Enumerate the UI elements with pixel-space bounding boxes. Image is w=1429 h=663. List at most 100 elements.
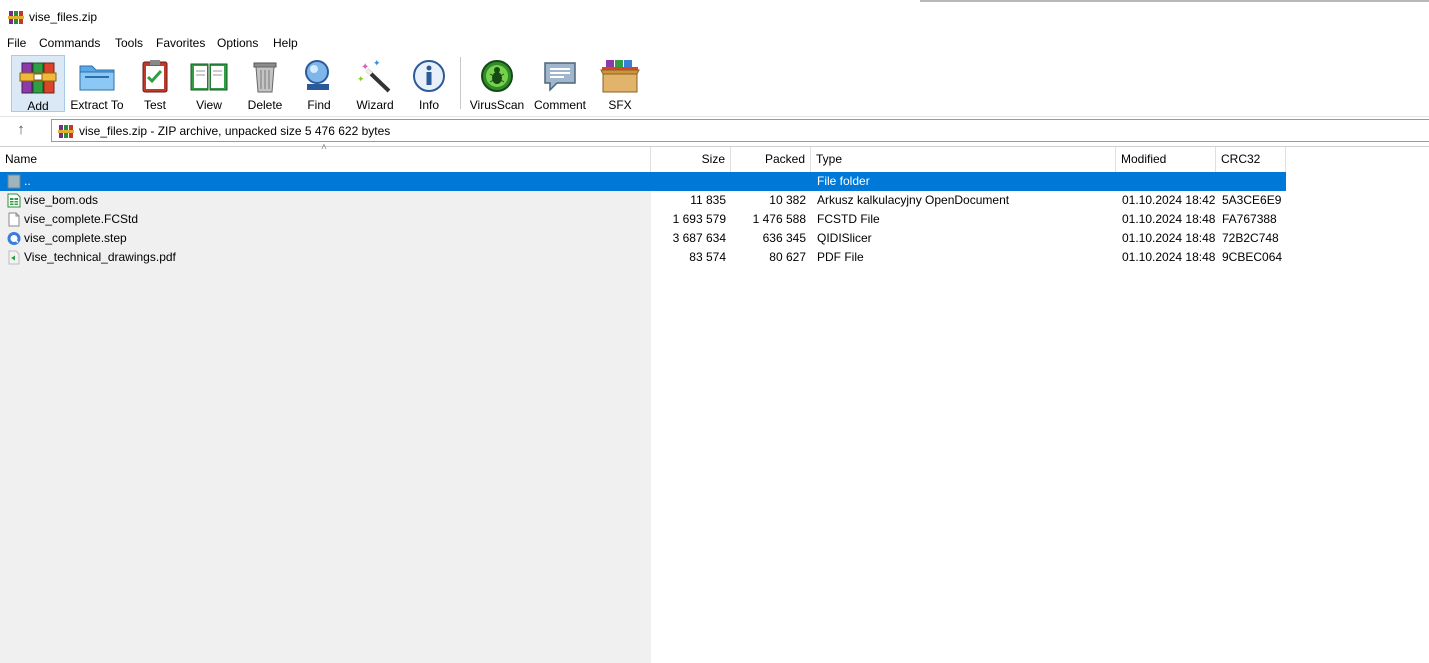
virus-bug-icon bbox=[481, 60, 513, 92]
window-title: vise_files.zip bbox=[29, 10, 98, 24]
sfx-box-icon bbox=[600, 60, 640, 93]
info-button[interactable]: Info bbox=[405, 55, 453, 112]
svg-text:✦: ✦ bbox=[373, 58, 381, 68]
file-packed bbox=[731, 172, 806, 191]
file-modified: 01.10.2024 18:48 bbox=[1122, 212, 1216, 226]
test-button[interactable]: Test bbox=[130, 55, 180, 112]
file-modified: 01.10.2024 18:48 bbox=[1122, 250, 1216, 264]
file-type: Arkusz kalkulacyjny OpenDocument bbox=[817, 193, 1010, 207]
table-row[interactable]: vise_complete.FCStd 1 693 579 1 476 588 … bbox=[0, 210, 1286, 229]
title-bar: vise_files.zip bbox=[0, 0, 1429, 33]
find-label: Find bbox=[307, 98, 331, 112]
extract-to-label: Extract To bbox=[70, 98, 124, 112]
file-size: 1 693 579 bbox=[672, 212, 726, 226]
add-archive-icon bbox=[19, 62, 57, 94]
header-size[interactable]: Size bbox=[651, 147, 731, 172]
comment-button[interactable]: Comment bbox=[530, 55, 590, 112]
table-row[interactable]: Vise_technical_drawings.pdf 83 574 80 62… bbox=[0, 248, 1286, 267]
file-size bbox=[651, 172, 726, 191]
extract-to-button[interactable]: Extract To bbox=[68, 55, 126, 112]
sort-ascending-icon: ˄ bbox=[321, 142, 327, 153]
clipboard-check-icon bbox=[142, 60, 168, 93]
wizard-button[interactable]: ✦ ✦ ✦ Wizard bbox=[350, 55, 400, 112]
file-size: 11 835 bbox=[690, 193, 726, 207]
svg-text:✦: ✦ bbox=[361, 62, 369, 73]
header-name-label: Name bbox=[5, 152, 38, 166]
magnifier-icon bbox=[305, 60, 329, 90]
path-field[interactable]: vise_files.zip - ZIP archive, unpacked s… bbox=[51, 119, 1429, 142]
folder-icon bbox=[79, 65, 115, 91]
svg-text:✦: ✦ bbox=[357, 74, 365, 84]
header-modified-label: Modified bbox=[1121, 152, 1167, 166]
menu-commands[interactable]: Commands bbox=[39, 36, 100, 50]
file-modified: 01.10.2024 18:48 bbox=[1122, 231, 1216, 245]
wizard-label: Wizard bbox=[356, 98, 394, 112]
add-button[interactable]: Add bbox=[11, 55, 65, 113]
winrar-books-icon bbox=[8, 11, 24, 24]
menu-help[interactable]: Help bbox=[273, 36, 298, 50]
file-crc32: FA767388 bbox=[1222, 212, 1277, 226]
virusscan-button[interactable]: VirusScan bbox=[467, 55, 527, 112]
column-headers: Name ˄ Size Packed Type Modified CRC32 bbox=[0, 142, 1286, 172]
magic-wand-icon: ✦ ✦ ✦ bbox=[357, 58, 391, 93]
menu-file[interactable]: File bbox=[7, 36, 26, 50]
archive-path-text: vise_files.zip - ZIP archive, unpacked s… bbox=[79, 124, 391, 138]
toolbar: Add Extract To Test View Delete Find ✦ ✦… bbox=[0, 52, 1429, 116]
file-packed: 1 476 588 bbox=[752, 212, 806, 226]
info-icon bbox=[413, 60, 445, 92]
delete-button[interactable]: Delete bbox=[240, 55, 290, 112]
delete-label: Delete bbox=[247, 98, 283, 112]
header-type-label: Type bbox=[816, 152, 843, 166]
speech-bubble-icon bbox=[544, 62, 576, 92]
test-label: Test bbox=[143, 98, 166, 112]
file-modified bbox=[1122, 172, 1216, 191]
menu-bar: File Commands Tools Favorites Options He… bbox=[0, 33, 1429, 52]
spreadsheet-icon bbox=[7, 193, 21, 208]
header-packed-label: Packed bbox=[764, 152, 805, 166]
trash-bin-icon bbox=[253, 62, 277, 93]
file-size: 3 687 634 bbox=[672, 231, 726, 245]
table-row[interactable]: vise_bom.ods 11 835 10 382 Arkusz kalkul… bbox=[0, 191, 1286, 210]
file-name: vise_bom.ods bbox=[24, 193, 99, 207]
file-type: PDF File bbox=[817, 250, 864, 264]
sfx-button[interactable]: SFX bbox=[596, 55, 644, 112]
blank-file-icon bbox=[8, 212, 20, 227]
up-arrow-icon[interactable]: ↑ bbox=[8, 121, 34, 141]
virusscan-label: VirusScan bbox=[469, 98, 525, 112]
parent-folder-icon bbox=[7, 174, 21, 189]
view-label: View bbox=[196, 98, 222, 112]
file-type: File folder bbox=[817, 174, 870, 188]
slicer-icon bbox=[7, 232, 21, 245]
pdf-file-icon bbox=[8, 250, 20, 265]
menu-options[interactable]: Options bbox=[217, 36, 258, 50]
view-button[interactable]: View bbox=[184, 55, 234, 112]
open-book-icon bbox=[190, 63, 228, 91]
header-packed[interactable]: Packed bbox=[731, 147, 811, 172]
header-crc32[interactable]: CRC32 bbox=[1216, 147, 1286, 172]
file-packed: 10 382 bbox=[769, 193, 806, 207]
file-type: FCSTD File bbox=[817, 212, 880, 226]
table-row[interactable]: .. File folder bbox=[0, 172, 1286, 191]
file-name: .. bbox=[24, 174, 31, 188]
file-crc32 bbox=[1222, 172, 1286, 191]
archive-icon bbox=[58, 125, 74, 138]
find-button[interactable]: Find bbox=[295, 55, 343, 112]
menu-tools[interactable]: Tools bbox=[115, 36, 143, 50]
table-row[interactable]: vise_complete.step 3 687 634 636 345 QID… bbox=[0, 229, 1286, 248]
menu-favorites[interactable]: Favorites bbox=[156, 36, 205, 50]
file-crc32: 5A3CE6E9 bbox=[1222, 193, 1282, 207]
file-modified: 01.10.2024 18:42 bbox=[1122, 193, 1216, 207]
file-name: Vise_technical_drawings.pdf bbox=[24, 250, 176, 264]
window-edge bbox=[920, 0, 1429, 2]
file-crc32: 9CBEC064 bbox=[1222, 250, 1283, 264]
info-label: Info bbox=[418, 98, 439, 112]
file-name: vise_complete.FCStd bbox=[24, 212, 139, 226]
file-packed: 80 627 bbox=[769, 250, 806, 264]
add-label: Add bbox=[27, 99, 49, 113]
header-modified[interactable]: Modified bbox=[1116, 147, 1216, 172]
file-size: 83 574 bbox=[689, 250, 726, 264]
file-name: vise_complete.step bbox=[24, 231, 127, 245]
header-type[interactable]: Type bbox=[811, 147, 1116, 172]
comment-label: Comment bbox=[533, 98, 586, 112]
sfx-label: SFX bbox=[608, 98, 632, 112]
